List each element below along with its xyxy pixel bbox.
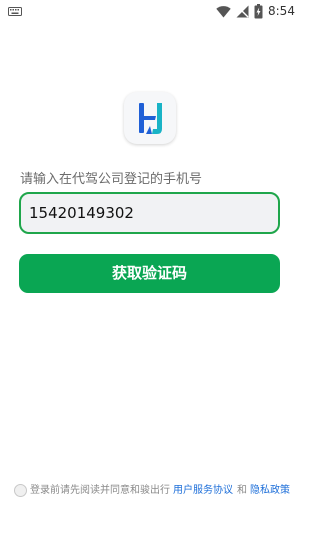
signal-icon (236, 5, 249, 18)
terms-link[interactable]: 用户服务协议 (173, 484, 233, 497)
battery-charging-icon (254, 4, 263, 19)
get-code-button[interactable]: 获取验证码 (19, 254, 280, 293)
phone-field[interactable] (19, 192, 280, 234)
agreement-and-text: 和 (237, 485, 247, 496)
phone-input[interactable] (21, 194, 278, 232)
agree-checkbox[interactable] (14, 484, 27, 497)
agreement-row: 登录前请先阅读并同意和骏出行 用户服务协议 和 隐私政策 (14, 484, 296, 498)
wifi-icon (216, 6, 231, 18)
keyboard-icon (8, 7, 22, 16)
phone-prompt-label: 请输入在代驾公司登记的手机号 (20, 172, 203, 187)
status-bar: 8:54 (0, 0, 300, 24)
privacy-link[interactable]: 隐私政策 (250, 484, 290, 497)
app-logo (124, 92, 176, 144)
app-logo-icon (139, 103, 162, 134)
status-time: 8:54 (268, 4, 295, 18)
agreement-text: 登录前请先阅读并同意和骏出行 (30, 485, 170, 496)
